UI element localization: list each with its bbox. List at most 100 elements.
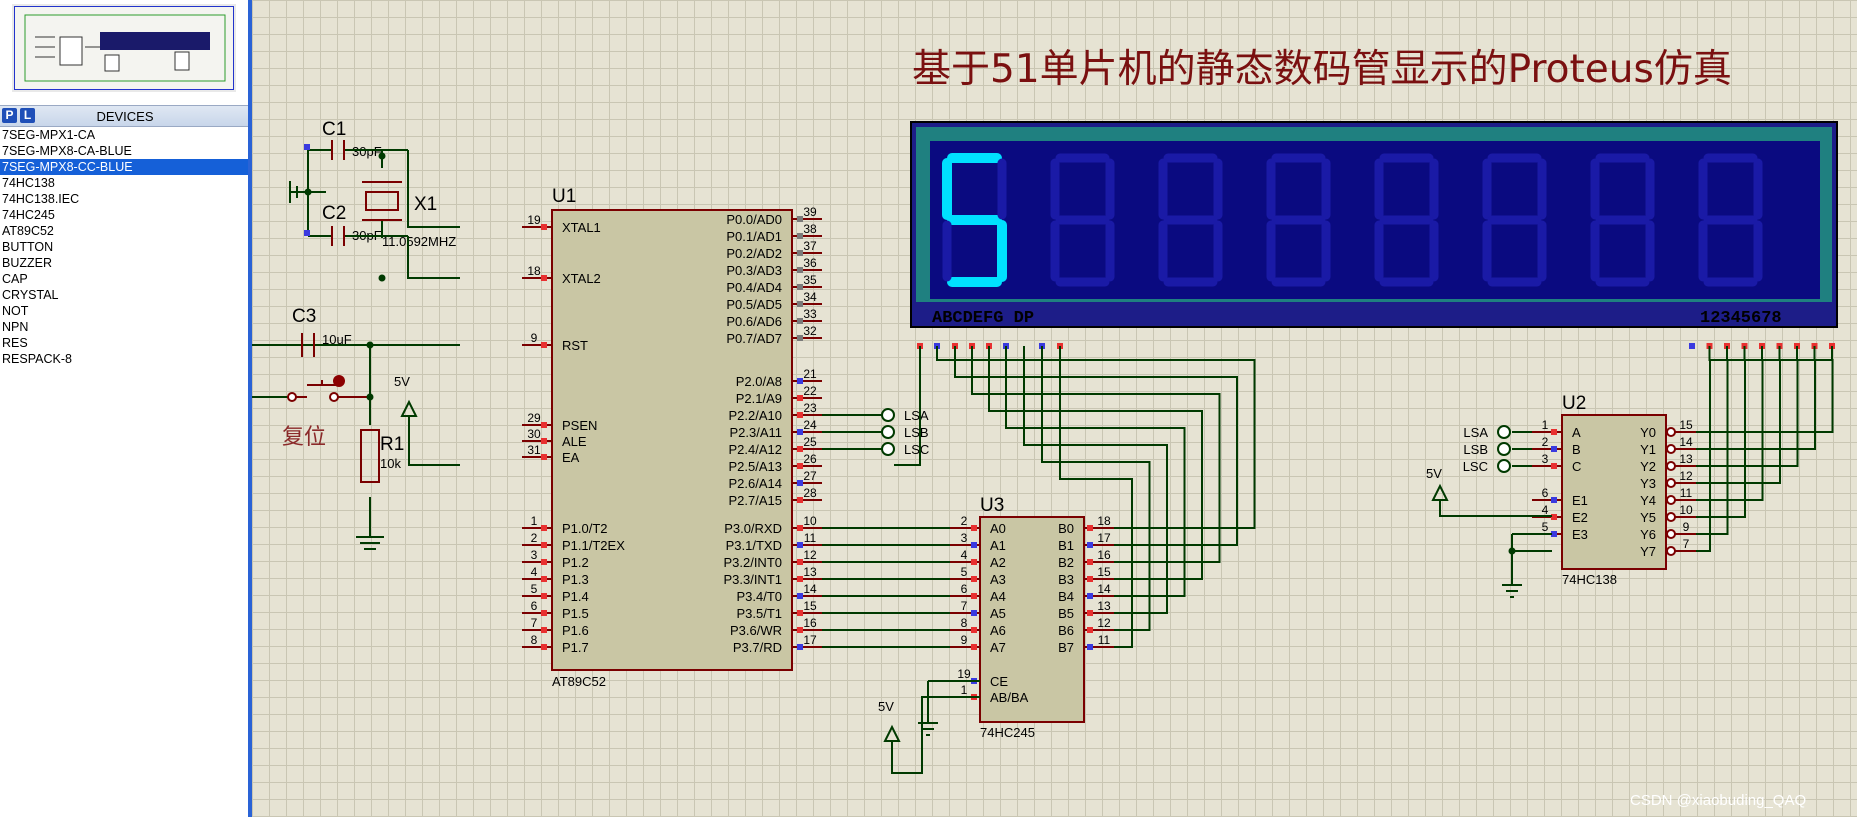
x1-ref: X1 <box>414 194 437 215</box>
u3-pin-name: B6 <box>1058 623 1074 638</box>
device-list-item[interactable]: CAP <box>0 271 250 287</box>
u1-pin-name: P0.5/AD5 <box>726 297 782 312</box>
u1-pin-marker <box>541 275 547 281</box>
u1-pin-number: 23 <box>803 401 817 415</box>
u1-pin-marker <box>797 497 803 503</box>
u1-pin-name: P2.1/A9 <box>736 391 782 406</box>
u1-pin-marker <box>541 559 547 565</box>
u3-pin-marker <box>1087 627 1093 633</box>
u1-pin-number: 13 <box>803 565 817 579</box>
pick-devices-button[interactable]: P <box>2 108 17 123</box>
u1-pin-name: P1.3 <box>562 572 589 587</box>
u3-pin-name: AB/BA <box>990 690 1029 705</box>
net-terminal <box>881 442 895 456</box>
net-label: LSB <box>904 425 929 440</box>
net-terminal <box>1497 442 1511 456</box>
u2-pin-number: 11 <box>1680 486 1693 500</box>
u1-pin-number: 35 <box>803 273 817 287</box>
u3-pin-name: B7 <box>1058 640 1074 655</box>
library-manager-button[interactable]: L <box>20 108 35 123</box>
u1-pin-name: P0.3/AD3 <box>726 263 782 278</box>
u3-pin-number: 1 <box>961 683 968 697</box>
u1-pin-number: 25 <box>803 435 817 449</box>
device-list-item[interactable]: RESPACK-8 <box>0 351 250 367</box>
c3-ref: C3 <box>292 306 316 327</box>
oscillator-circuit: C1 30pF C2 30pF X1 11.0592MHZ <box>289 119 460 282</box>
device-list-item[interactable]: 7SEG-MPX8-CA-BLUE <box>0 143 250 159</box>
u2-pin-number: 7 <box>1683 537 1690 551</box>
u2-pin-marker <box>1551 429 1557 435</box>
u3-pin-name: A2 <box>990 555 1006 570</box>
u3-pin-name: B0 <box>1058 521 1074 536</box>
device-list-item[interactable]: RES <box>0 335 250 351</box>
u1-pin-name: P2.0/A8 <box>736 374 782 389</box>
device-list-item[interactable]: 74HC138.IEC <box>0 191 250 207</box>
u2-pin-number: 14 <box>1679 435 1693 449</box>
u1-pin-number: 10 <box>803 514 817 528</box>
u3-pin-number: 16 <box>1097 548 1111 562</box>
u1-pin-marker <box>797 559 803 565</box>
net-label: LSA <box>904 408 929 423</box>
u3-pin-name: B1 <box>1058 538 1074 553</box>
device-list-item[interactable]: BUTTON <box>0 239 250 255</box>
u1-pin-number: 21 <box>803 367 817 381</box>
device-list[interactable]: 7SEG-MPX1-CA 7SEG-MPX8-CA-BLUE 7SEG-MPX8-C… <box>0 127 250 367</box>
u3-pin-number: 6 <box>961 582 968 596</box>
u1-pin-name: P1.0/T2 <box>562 521 608 536</box>
reset-label: 复位 <box>282 425 326 450</box>
u3-pin-marker <box>971 559 977 565</box>
u2-pin-name: B <box>1572 442 1581 457</box>
net-terminal <box>881 425 895 439</box>
u1-pin-number: 12 <box>803 548 817 562</box>
u2-decoder[interactable]: U2 74HC138 1 A 2 B 3 C 6 E1 4 E2 5 E3 15 Y0 14 Y1 13 Y2 12… <box>1426 393 1696 598</box>
device-list-item[interactable]: 7SEG-MPX8-CC-BLUE <box>0 159 250 175</box>
u3-pin-name: A4 <box>990 589 1006 604</box>
u3-pin-marker <box>1087 593 1093 599</box>
u3-pin-number: 14 <box>1097 582 1111 596</box>
u1-pin-number: 39 <box>803 205 817 219</box>
device-list-item[interactable]: 74HC138 <box>0 175 250 191</box>
device-list-item[interactable]: BUZZER <box>0 255 250 271</box>
u3-pin-name: A3 <box>990 572 1006 587</box>
u1-pin-marker <box>797 480 803 486</box>
u1-pin-name: P1.7 <box>562 640 589 655</box>
device-list-item[interactable]: NOT <box>0 303 250 319</box>
c1-value: 30pF <box>352 144 382 159</box>
u1-pin-name: P3.6/WR <box>730 623 782 638</box>
device-list-item[interactable]: NPN <box>0 319 250 335</box>
u3-pin-name: A7 <box>990 640 1006 655</box>
u1-microcontroller[interactable]: U1 AT89C52 19 XTAL118 XTAL29 RST29 PSEN30 ALE… <box>522 186 822 689</box>
u1-pin-name: P3.1/TXD <box>726 538 782 553</box>
u1-pin-name: P0.0/AD0 <box>726 212 782 227</box>
overview-preview[interactable] <box>12 4 236 92</box>
u3-buffer[interactable]: U3 74HC245 2 A0 3 A1 4 A2 5 A3 6 A4 7 A5 8 A6 9 A7 18 B0 1… <box>878 495 1114 774</box>
u2-pin-number: 6 <box>1542 486 1549 500</box>
u1-pin-marker <box>541 342 547 348</box>
bus-wire <box>1696 346 1781 484</box>
u2-pin-number: 4 <box>1542 503 1549 517</box>
u1-pin-name: P3.5/T1 <box>736 606 782 621</box>
u1-pin-marker <box>541 644 547 650</box>
u2-pin-name: Y4 <box>1640 493 1656 508</box>
digit-pin-labels: 12345678 <box>1700 309 1782 328</box>
u1-pin-number: 37 <box>803 239 817 253</box>
u1-pin-number: 22 <box>803 384 817 398</box>
preview-frame <box>14 6 234 90</box>
u3-pin-marker <box>1087 525 1093 531</box>
device-list-item[interactable]: AT89C52 <box>0 223 250 239</box>
device-list-item[interactable]: CRYSTAL <box>0 287 250 303</box>
u1-pin-marker <box>797 412 803 418</box>
u1-pin-number: 16 <box>803 616 817 630</box>
device-list-item[interactable]: 74HC245 <box>0 207 250 223</box>
u3-pin-number: 5 <box>961 565 968 579</box>
schematic-canvas[interactable]: 基于51单片机的静态数码管显示的Proteus仿真 ABCDEFG DP 123… <box>252 0 1857 817</box>
seven-segment-display[interactable]: ABCDEFG DP 12345678 <box>910 121 1838 328</box>
u1-pin-marker <box>797 267 803 273</box>
power-5v-label-u3: 5V <box>878 699 894 714</box>
segment-pin-labels: ABCDEFG DP <box>932 309 1034 328</box>
u1-pin-name: P3.3/INT1 <box>723 572 782 587</box>
u1-pin-number: 17 <box>803 633 817 647</box>
device-list-item[interactable]: 7SEG-MPX1-CA <box>0 127 250 143</box>
u1-pin-marker <box>797 335 803 341</box>
u1-pin-name: P1.4 <box>562 589 589 604</box>
